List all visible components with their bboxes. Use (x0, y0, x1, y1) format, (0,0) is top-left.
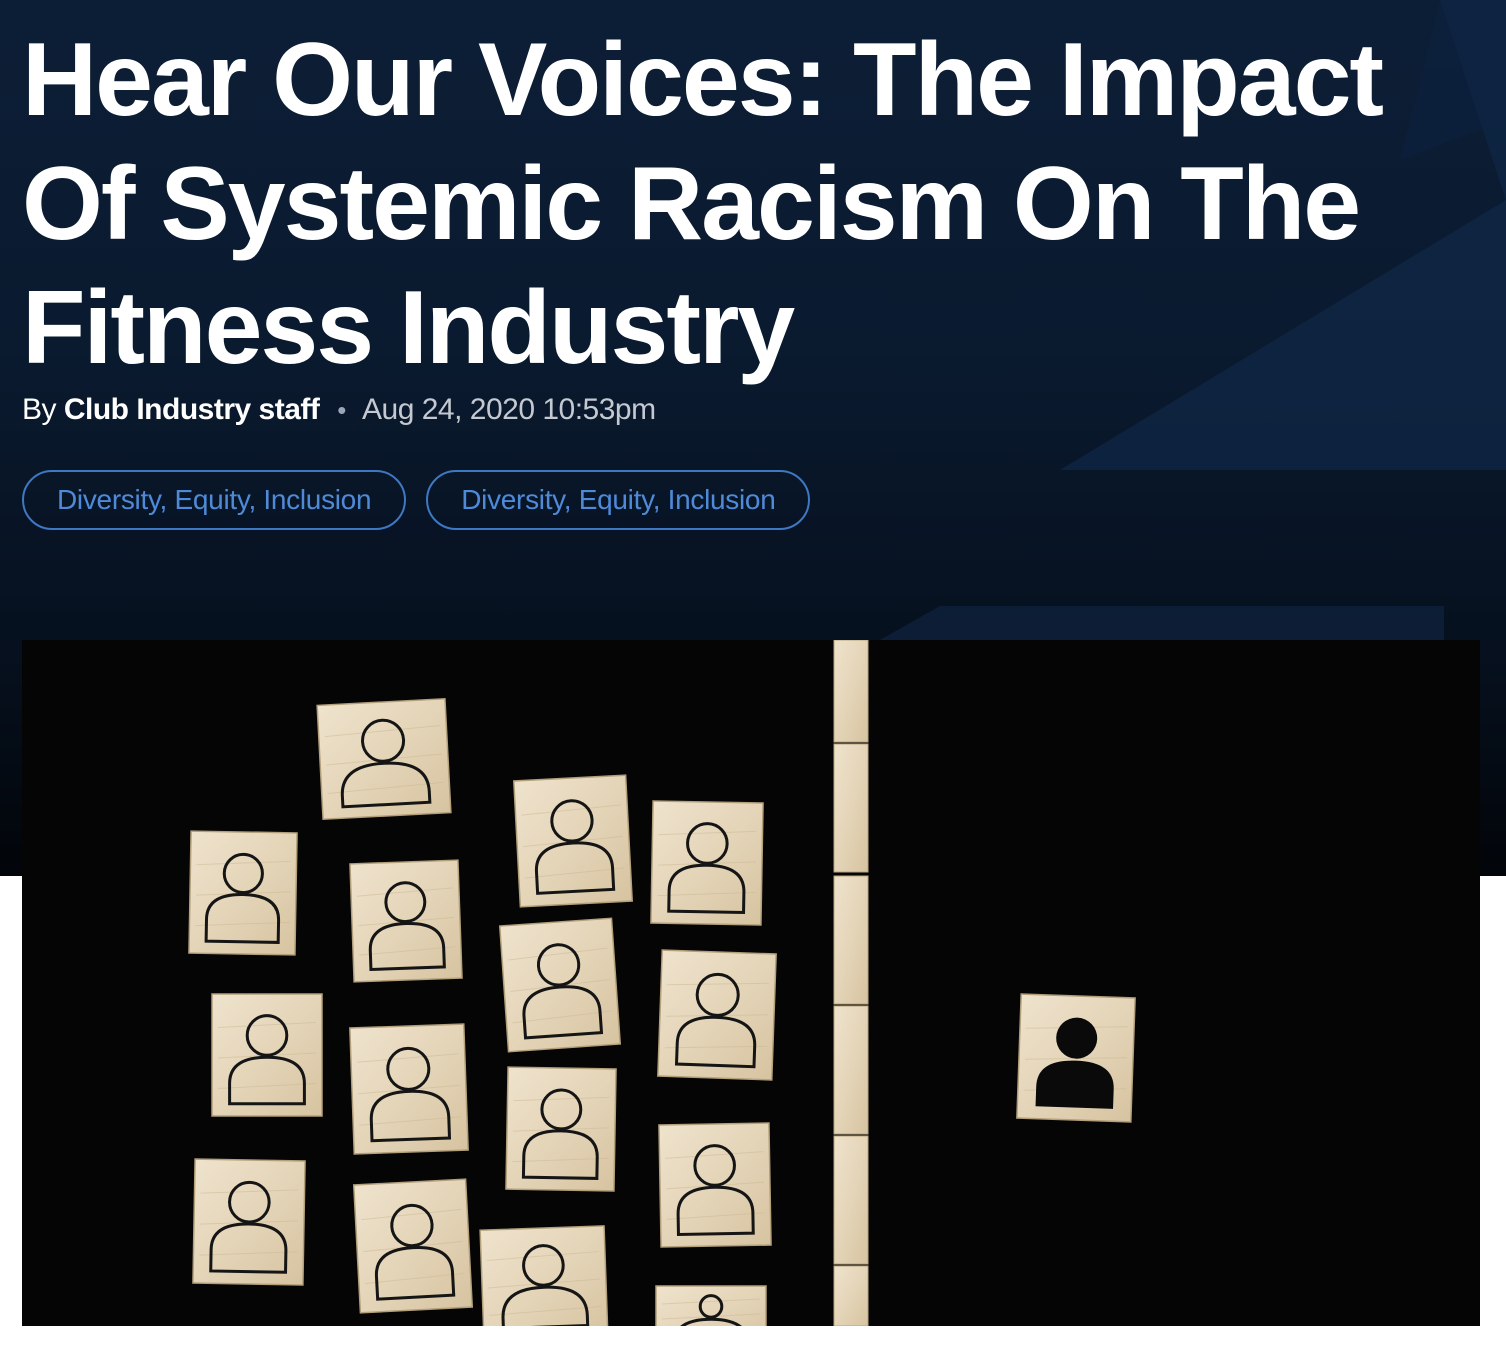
article-title: Hear Our Voices: The Impact Of Systemic … (22, 22, 1384, 386)
author-link[interactable]: Club Industry staff (64, 393, 320, 426)
byline-prefix: By (22, 393, 57, 426)
person-block (498, 917, 622, 1053)
byline: By Club Industry staff • Aug 24, 2020 10… (22, 390, 656, 430)
person-block (211, 993, 323, 1117)
person-block (657, 949, 777, 1081)
divider-block-column (833, 640, 869, 1326)
person-block (650, 800, 764, 926)
person-block (479, 1225, 609, 1326)
divider-block-6 (833, 1265, 869, 1326)
publish-date: Aug 24, 2020 10:53pm (362, 393, 656, 426)
divider-block-1 (833, 640, 869, 743)
divider-block-4 (833, 1005, 869, 1135)
tag-chip-dei-1[interactable]: Diversity, Equity, Inclusion (22, 470, 407, 530)
person-block (349, 859, 463, 983)
person-block (658, 1122, 772, 1248)
tag-list: Diversity, Equity, Inclusion Diversity, … (22, 470, 811, 530)
person-block (352, 1178, 474, 1314)
person-block (316, 697, 452, 821)
person-block (505, 1066, 617, 1192)
person-block (349, 1023, 469, 1155)
tag-chip-dei-2[interactable]: Diversity, Equity, Inclusion (426, 470, 811, 530)
divider-block-2 (833, 743, 869, 873)
person-block (188, 830, 298, 956)
byline-separator: • (337, 395, 346, 425)
person-blocks-illustration (188, 640, 1136, 1326)
person-block-grid (188, 697, 1136, 1326)
divider-block-3 (833, 875, 869, 1005)
divider-block-5 (833, 1135, 869, 1265)
featured-image (22, 640, 1480, 1326)
person-block (655, 1285, 767, 1326)
person-block (512, 774, 634, 908)
person-block (192, 1158, 306, 1286)
dark-person-block (1016, 993, 1136, 1123)
